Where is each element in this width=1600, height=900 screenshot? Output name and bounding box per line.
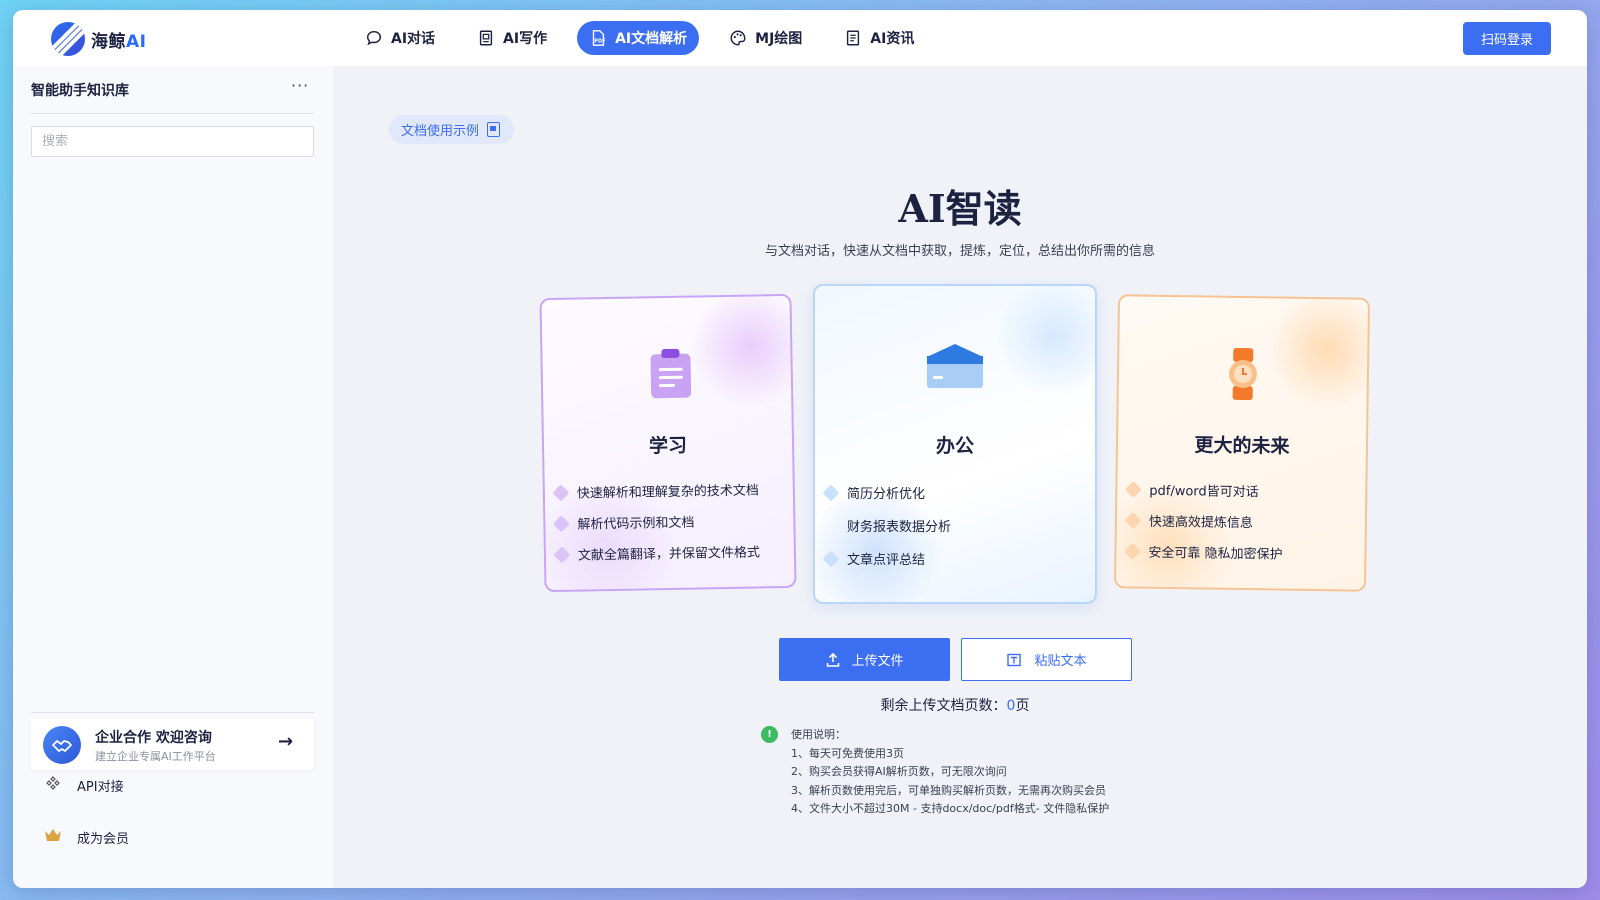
page-title: AI智读 — [898, 186, 1022, 231]
logo[interactable]: 海鲸AI — [51, 22, 146, 56]
note-line: 1、每天可免费使用3页 — [791, 747, 904, 760]
diamond-bullet-icon — [552, 514, 570, 532]
document-icon — [487, 122, 501, 137]
card-title: 更大的未来 — [1194, 434, 1290, 458]
card-learning: 学习 快速解析和理解复杂的技术文档 解析代码示例和文档 文献全篇翻译，并保留文件… — [539, 293, 797, 593]
list-item: 快速高效提炼信息 — [1124, 510, 1283, 531]
list-item: 解析代码示例和文档 — [552, 510, 759, 533]
news-document-icon — [847, 30, 860, 46]
api-integration-link[interactable]: API对接 — [43, 775, 124, 795]
list-item: 安全可靠 隐私加密保护 — [1123, 541, 1283, 563]
nav-label: AI写作 — [503, 31, 548, 47]
logo-text: 海鲸AI — [91, 31, 147, 52]
nav-label: AI资讯 — [870, 31, 915, 47]
arrow-right-icon: → — [278, 731, 294, 752]
main-nav: AI对话 AI写作 PDF AI文档解析 MJ绘图 AI资讯 — [353, 21, 926, 55]
sample-tag-label: 文档使用示例 — [401, 124, 480, 139]
palette-icon — [730, 30, 746, 46]
whale-logo-icon — [51, 22, 85, 56]
card-feature-list: 简历分析优化 财务报表数据分析 文章点评总结 — [822, 483, 952, 568]
nav-label: MJ绘图 — [755, 31, 803, 47]
page-subtitle: 与文档对话，快速从文档中获取，提炼，定位，总结出你所需的信息 — [764, 244, 1155, 259]
diamond-bullet-icon — [553, 545, 571, 563]
svg-text:PDF: PDF — [594, 39, 605, 45]
handshake-icon — [43, 726, 81, 764]
nav-ai-news[interactable]: AI资讯 — [832, 21, 926, 55]
list-item: 快速解析和理解复杂的技术文档 — [552, 479, 759, 502]
diamond-bullet-icon — [822, 550, 840, 567]
app-window: 海鲸AI AI对话 AI写作 PDF AI文档解析 MJ绘图 AI资讯 扫码登录… — [13, 10, 1587, 888]
api-link-label: API对接 — [77, 779, 124, 795]
card-glow — [995, 286, 1095, 396]
note-line: 3、解析页数使用完后，可单独购买解析页数，无需再次购买会员 — [791, 784, 1106, 797]
crown-icon — [43, 827, 63, 847]
card-title: 学习 — [648, 434, 688, 458]
nav-mj-drawing[interactable]: MJ绘图 — [717, 21, 814, 55]
card-future: 更大的未来 pdf/word皆可对话 快速高效提炼信息 安全可靠 隐私加密保护 — [1113, 294, 1371, 592]
nav-ai-doc-parse[interactable]: PDF AI文档解析 — [577, 21, 700, 55]
list-item: 财务报表数据分析 — [847, 520, 952, 535]
pdf-file-icon: PDF — [592, 30, 606, 46]
main-content: 文档使用示例 AI智读 与文档对话，快速从文档中获取，提炼，定位，总结出你所需的… — [333, 66, 1587, 888]
become-member-link[interactable]: 成为会员 — [43, 827, 129, 847]
note-line: 2、购买会员获得AI解析页数，可无限次询问 — [791, 765, 1007, 778]
upload-label: 上传文件 — [851, 654, 904, 669]
enterprise-subtitle: 建立企业专属AI工作平台 — [95, 750, 216, 763]
card-glow — [1266, 294, 1371, 411]
card-glow — [689, 293, 797, 408]
doc-sample-tag[interactable]: 文档使用示例 — [389, 115, 515, 144]
info-icon: ! — [761, 726, 778, 743]
top-header: 海鲸AI AI对话 AI写作 PDF AI文档解析 MJ绘图 AI资讯 扫码登录 — [13, 10, 1587, 66]
diamond-bullet-icon — [1123, 542, 1141, 560]
note-line: 4、文件大小不超过30M - 支持docx/doc/pdf格式- 文件隐私保护 — [791, 802, 1110, 815]
diamond-bullet-icon — [1124, 511, 1142, 529]
upload-file-button[interactable]: 上传文件 — [779, 638, 950, 681]
briefcase-icon — [927, 344, 983, 388]
sidebar: 智能助手知识库 ··· 企业合作 欢迎咨询 建立企业专属AI工作平台 → API… — [13, 66, 333, 888]
enterprise-cooperation-card[interactable]: 企业合作 欢迎咨询 建立企业专属AI工作平台 → — [31, 718, 314, 770]
card-feature-list: pdf/word皆可对话 快速高效提炼信息 安全可靠 隐私加密保护 — [1123, 479, 1283, 563]
enterprise-title: 企业合作 欢迎咨询 — [95, 730, 212, 746]
upload-icon — [827, 652, 840, 667]
nav-ai-chat[interactable]: AI对话 — [353, 21, 447, 55]
paste-text-button[interactable]: 粘贴文本 — [961, 638, 1132, 681]
api-icon — [43, 775, 63, 795]
card-feature-list: 快速解析和理解复杂的技术文档 解析代码示例和文档 文献全篇翻译，并保留文件格式 — [552, 479, 760, 564]
paste-text-icon — [1007, 653, 1022, 666]
nav-label: AI文档解析 — [615, 31, 688, 47]
watch-icon — [1228, 347, 1257, 401]
writing-book-icon — [479, 30, 493, 46]
qr-login-button[interactable]: 扫码登录 — [1463, 22, 1551, 55]
nav-ai-writing[interactable]: AI写作 — [465, 21, 559, 55]
card-office: 办公 简历分析优化 财务报表数据分析 文章点评总结 — [813, 284, 1097, 604]
list-item: 简历分析优化 — [822, 483, 951, 502]
nav-label: AI对话 — [391, 31, 436, 47]
chat-bubble-icon — [366, 30, 382, 46]
paste-label: 粘贴文本 — [1034, 654, 1087, 669]
member-link-label: 成为会员 — [77, 831, 130, 847]
divider — [31, 712, 314, 713]
notes-title: 使用说明： — [791, 728, 846, 741]
search-input[interactable] — [31, 126, 314, 157]
remaining-pages: 剩余上传文档页数：0页 — [880, 698, 1030, 714]
diamond-bullet-icon — [822, 484, 840, 501]
more-options-icon[interactable]: ··· — [291, 76, 309, 95]
clipboard-icon — [650, 348, 692, 399]
list-item: 文章点评总结 — [822, 549, 951, 568]
card-title: 办公 — [935, 435, 974, 457]
list-item: pdf/word皆可对话 — [1124, 479, 1283, 500]
list-item: 文献全篇翻译，并保留文件格式 — [553, 541, 760, 564]
diamond-bullet-icon — [1124, 480, 1142, 498]
knowledge-base-title: 智能助手知识库 — [31, 83, 129, 99]
diamond-bullet-icon — [552, 483, 570, 501]
divider — [31, 113, 314, 114]
